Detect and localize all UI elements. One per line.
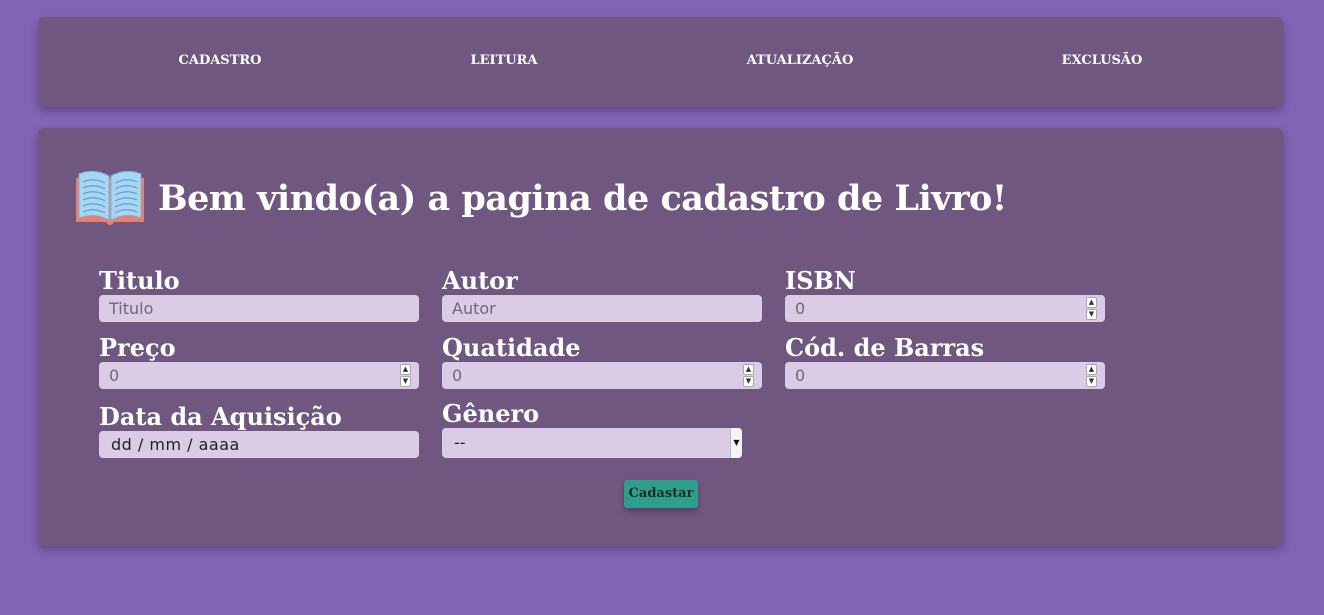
nav-link-exclusao[interactable]: EXCLUSÃO <box>1062 53 1143 68</box>
cod-barras-label: Cód. de Barras <box>785 333 985 362</box>
quantidade-label: Quatidade <box>442 333 581 362</box>
form-panel: Bem vindo(a) a pagina de cadastro de Liv… <box>38 128 1283 546</box>
heading-row: Bem vindo(a) a pagina de cadastro de Liv… <box>74 168 1007 228</box>
spin-down-icon[interactable]: ▼ <box>1086 376 1097 387</box>
autor-input[interactable]: Autor <box>442 295 762 322</box>
chevron-down-icon[interactable]: ▼ <box>730 428 742 458</box>
spin-down-icon[interactable]: ▼ <box>743 376 754 387</box>
nav-link-leitura[interactable]: LEITURA <box>470 53 537 68</box>
quantidade-input[interactable]: 0 ▲ ▼ <box>442 362 762 389</box>
navbar: CADASTRO LEITURA ATUALIZAÇÃO EXCLUSÃO <box>38 17 1283 107</box>
open-book-icon <box>76 170 144 225</box>
field-genero: Gênero -- ▼ <box>442 401 762 458</box>
isbn-spinner[interactable]: ▲ ▼ <box>1086 297 1097 320</box>
genero-select[interactable]: -- ▼ <box>442 428 742 458</box>
preco-input[interactable]: 0 ▲ ▼ <box>99 362 419 389</box>
field-titulo: Titulo Titulo <box>99 268 419 322</box>
cod-barras-spinner[interactable]: ▲ ▼ <box>1086 364 1097 387</box>
quantidade-value: 0 <box>452 366 463 385</box>
preco-label: Preço <box>99 333 176 362</box>
spin-down-icon[interactable]: ▼ <box>400 376 411 387</box>
data-aquisicao-input[interactable]: dd / mm / aaaa <box>99 431 419 458</box>
preco-value: 0 <box>109 366 120 385</box>
titulo-label: Titulo <box>99 266 180 295</box>
field-isbn: ISBN 0 ▲ ▼ <box>785 268 1105 322</box>
isbn-value: 0 <box>795 299 806 318</box>
nav-link-atualizacao[interactable]: ATUALIZAÇÃO <box>747 53 854 68</box>
autor-label: Autor <box>442 266 518 295</box>
genero-selected-value: -- <box>454 433 466 452</box>
spin-up-icon[interactable]: ▲ <box>1086 297 1097 308</box>
isbn-label: ISBN <box>785 266 856 295</box>
field-preco: Preço 0 ▲ ▼ <box>99 335 419 389</box>
spin-up-icon[interactable]: ▲ <box>1086 364 1097 375</box>
cod-barras-value: 0 <box>795 366 806 385</box>
data-aquisicao-label: Data da Aquisição <box>99 402 342 431</box>
isbn-input[interactable]: 0 ▲ ▼ <box>785 295 1105 322</box>
field-quantidade: Quatidade 0 ▲ ▼ <box>442 335 762 389</box>
field-cod-barras: Cód. de Barras 0 ▲ ▼ <box>785 335 1105 389</box>
spin-down-icon[interactable]: ▼ <box>1086 309 1097 320</box>
nav-link-cadastro[interactable]: CADASTRO <box>179 53 262 68</box>
quantidade-spinner[interactable]: ▲ ▼ <box>743 364 754 387</box>
titulo-input[interactable]: Titulo <box>99 295 419 322</box>
spin-up-icon[interactable]: ▲ <box>400 364 411 375</box>
cod-barras-input[interactable]: 0 ▲ ▼ <box>785 362 1105 389</box>
field-data-aquisicao: Data da Aquisição dd / mm / aaaa <box>99 404 419 458</box>
page-title: Bem vindo(a) a pagina de cadastro de Liv… <box>158 177 1007 219</box>
preco-spinner[interactable]: ▲ ▼ <box>400 364 411 387</box>
cadastrar-button[interactable]: Cadastar <box>624 480 698 508</box>
spin-up-icon[interactable]: ▲ <box>743 364 754 375</box>
genero-label: Gênero <box>442 399 540 428</box>
field-autor: Autor Autor <box>442 268 762 322</box>
